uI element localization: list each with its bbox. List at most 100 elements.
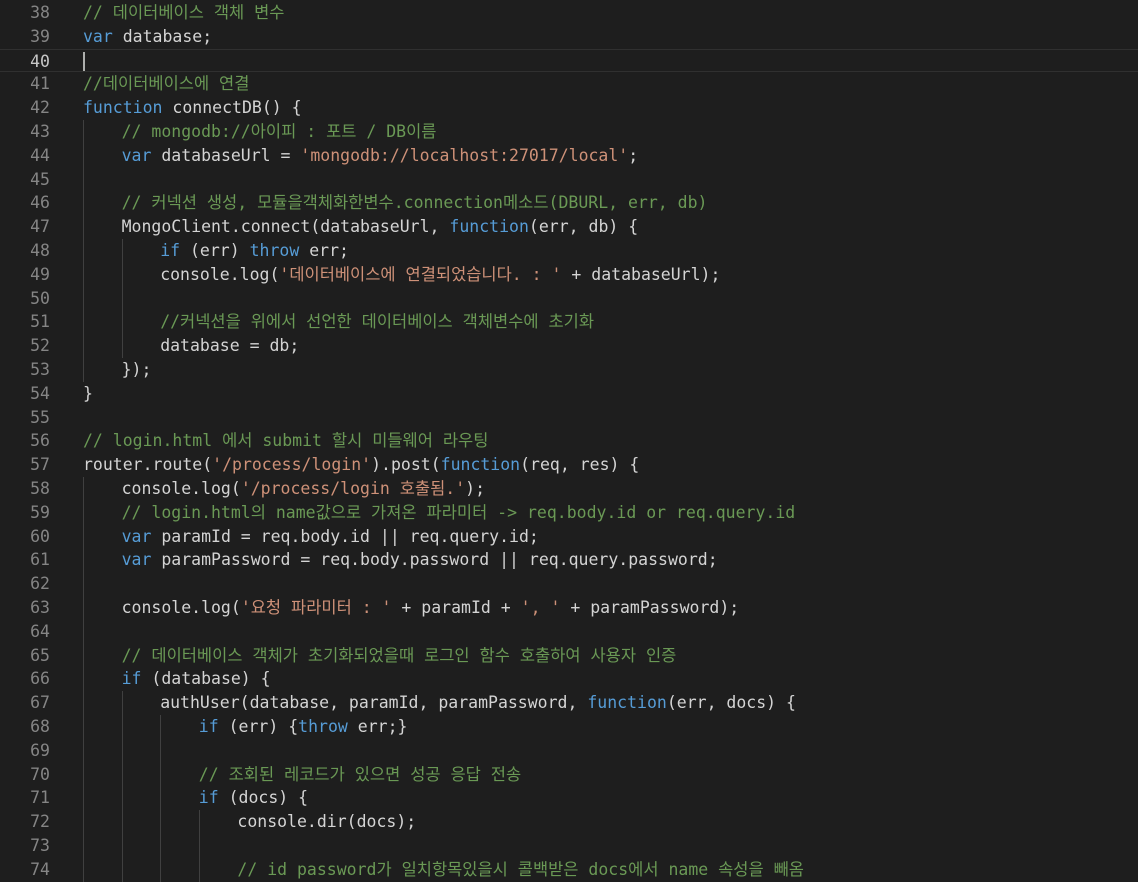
comment-token: //데이터베이스에 연결	[83, 74, 250, 94]
line-number: 54	[30, 383, 50, 403]
code-text: router.route('/process/login').post(func…	[83, 453, 639, 477]
indent-guide	[121, 239, 123, 358]
code-token: (err)	[180, 241, 250, 260]
code-text: console.log('데이터베이스에 연결되었습니다. : ' + data…	[160, 263, 720, 287]
comment-token: // 커넥션 생성, 모듈을객체화한변수.connection메소드(DBURL…	[121, 193, 708, 213]
code-line[interactable]: 61 var paramPassword = req.body.password …	[0, 548, 1138, 572]
code-line[interactable]: 38 // 데이터베이스 객체 변수	[0, 1, 1138, 25]
code-line[interactable]: 69	[0, 739, 1138, 763]
line-number: 57	[30, 455, 50, 475]
code-text: var databaseUrl = 'mongodb://localhost:2…	[122, 144, 639, 168]
string-token: '/process/login 호출됨.'	[240, 479, 466, 498]
line-number: 44	[30, 145, 50, 165]
code-text: authUser(database, paramId, paramPasswor…	[160, 691, 796, 715]
code-line[interactable]: 47 MongoClient.connect(databaseUrl, funct…	[0, 215, 1138, 239]
code-text: }	[83, 382, 93, 406]
code-text: if (database) {	[122, 667, 271, 691]
keyword-token: function	[587, 693, 667, 713]
code-line[interactable]: 63 console.log('요청 파라미터 : ' + paramId + '…	[0, 596, 1138, 620]
code-line[interactable]: 53});	[0, 358, 1138, 382]
line-number: 71	[30, 788, 50, 808]
line-number: 50	[30, 288, 50, 308]
code-token: + paramId +	[391, 598, 521, 617]
code-editor[interactable]: 38 // 데이터베이스 객체 변수 39 var database; 40 41 //데이…	[0, 0, 1138, 882]
code-token: }	[83, 383, 93, 403]
code-token: console.log(	[160, 264, 280, 284]
code-text: // 커넥션 생성, 모듈을객체화한변수.connection메소드(DBURL…	[122, 191, 708, 215]
code-token: console.dir(docs);	[237, 812, 417, 832]
code-line[interactable]: 71 if (docs) {	[0, 786, 1138, 810]
code-token: console.log(	[121, 598, 241, 617]
code-text: if (err) throw err;	[160, 239, 349, 263]
code-line[interactable]: 57 router.route('/process/login').post(fu…	[0, 453, 1138, 477]
keyword-token: if	[121, 669, 142, 689]
line-number: 62	[30, 574, 50, 594]
indent-guide	[198, 810, 200, 882]
code-text: if (docs) {	[199, 786, 308, 810]
code-token: });	[121, 360, 152, 379]
code-line[interactable]: 70 // 조회된 레코드가 있으면 성공 응답 전송	[0, 763, 1138, 787]
code-line[interactable]: 74 // id password가 일치항목있을시 콜백받은 docs에서 na…	[0, 858, 1138, 882]
code-line[interactable]: 41 //데이터베이스에 연결	[0, 72, 1138, 96]
line-number: 73	[30, 836, 50, 855]
code-token: err;}	[347, 717, 408, 736]
code-line[interactable]: 43 // mongodb://아이피 : 포트 / DB이름	[0, 120, 1138, 144]
comment-token: // 조회된 레코드가 있으면 성공 응답 전송	[198, 764, 522, 784]
string-token: 'mongodb://localhost:27017/local'	[300, 145, 629, 165]
code-line[interactable]: 40	[0, 48, 1138, 73]
code-token: database = db;	[160, 336, 300, 356]
code-token: (database) {	[141, 669, 271, 689]
code-line[interactable]: 51 //커넥션을 위에서 선언한 데이터베이스 객체변수에 초기화	[0, 310, 1138, 334]
line-number: 60	[30, 526, 50, 546]
code-text: database = db;	[160, 334, 299, 358]
code-line[interactable]: 65 // 데이터베이스 객체가 초기화되었을때 로그인 함수 호출하여 사용자 …	[0, 644, 1138, 668]
code-line[interactable]: 50	[0, 287, 1138, 311]
keyword-token: if	[198, 788, 219, 808]
code-line[interactable]: 44 var databaseUrl = 'mongodb://localhost…	[0, 144, 1138, 168]
code-text: });	[122, 358, 152, 382]
code-line[interactable]: 60 var paramId = req.body.id || req.query…	[0, 525, 1138, 549]
line-number: 74	[30, 859, 50, 879]
code-line[interactable]: 42 function connectDB() {	[0, 96, 1138, 120]
code-line[interactable]: 66 if (database) {	[0, 667, 1138, 691]
indent-guide	[83, 477, 84, 882]
line-number: 58	[30, 479, 50, 498]
comment-token: // login.html의 name값으로 가져온 파라미터 -> req.b…	[121, 502, 796, 522]
code-line[interactable]: 54}	[0, 382, 1138, 406]
code-line[interactable]: 49 console.log('데이터베이스에 연결되었습니다. : ' + da…	[0, 263, 1138, 287]
code-line[interactable]: 48 if (err) throw err;	[0, 239, 1138, 263]
string-token: '/process/login'	[212, 455, 372, 475]
string-token: '데이터베이스에 연결되었습니다. : '	[279, 264, 562, 284]
code-token: console.log(	[121, 479, 241, 498]
code-line[interactable]: 58 console.log('/process/login 호출됨.');	[0, 477, 1138, 501]
string-token: '요청 파라미터 : '	[240, 598, 392, 617]
code-line[interactable]: 64	[0, 620, 1138, 644]
comment-token: // 데이터베이스 객체 변수	[83, 3, 285, 22]
code-text: // login.html의 name값으로 가져온 파라미터 -> req.b…	[122, 501, 796, 525]
indent-guide	[83, 120, 84, 382]
code-line[interactable]: 46 // 커넥션 생성, 모듈을객체화한변수.connection메소드(DBU…	[0, 191, 1138, 215]
code-line[interactable]: 73	[0, 834, 1138, 858]
code-token: connectDB() {	[162, 98, 302, 118]
code-line[interactable]: 59 // login.html의 name값으로 가져온 파라미터 -> req…	[0, 501, 1138, 525]
keyword-token: function	[449, 217, 529, 237]
code-line[interactable]: 39 var database;	[0, 25, 1138, 49]
comment-token: //커넥션을 위에서 선언한 데이터베이스 객체변수에 초기화	[160, 312, 595, 332]
code-line[interactable]: 67 authUser(database, paramId, paramPassw…	[0, 691, 1138, 715]
code-line[interactable]: 56 // login.html 에서 submit 할시 미들웨어 라우팅	[0, 429, 1138, 453]
code-token: );	[465, 479, 486, 498]
line-number: 48	[30, 241, 50, 260]
code-text: var paramId = req.body.id || req.query.i…	[122, 525, 539, 549]
code-line[interactable]: 52 database = db;	[0, 334, 1138, 358]
code-line[interactable]: 62	[0, 572, 1138, 596]
code-token: (err, docs) {	[666, 693, 796, 713]
code-token: databaseUrl =	[151, 145, 301, 165]
code-text: // 데이터베이스 객체 변수	[83, 1, 284, 25]
line-number: 47	[30, 217, 50, 237]
line-number: 65	[30, 645, 50, 665]
code-line[interactable]: 55	[0, 406, 1138, 430]
code-line[interactable]: 68 if (err) {throw err;}	[0, 715, 1138, 739]
code-line[interactable]: 45	[0, 168, 1138, 192]
comment-token: // login.html 에서 submit 할시 미들웨어 라우팅	[83, 431, 489, 451]
code-line[interactable]: 72 console.dir(docs);	[0, 810, 1138, 834]
